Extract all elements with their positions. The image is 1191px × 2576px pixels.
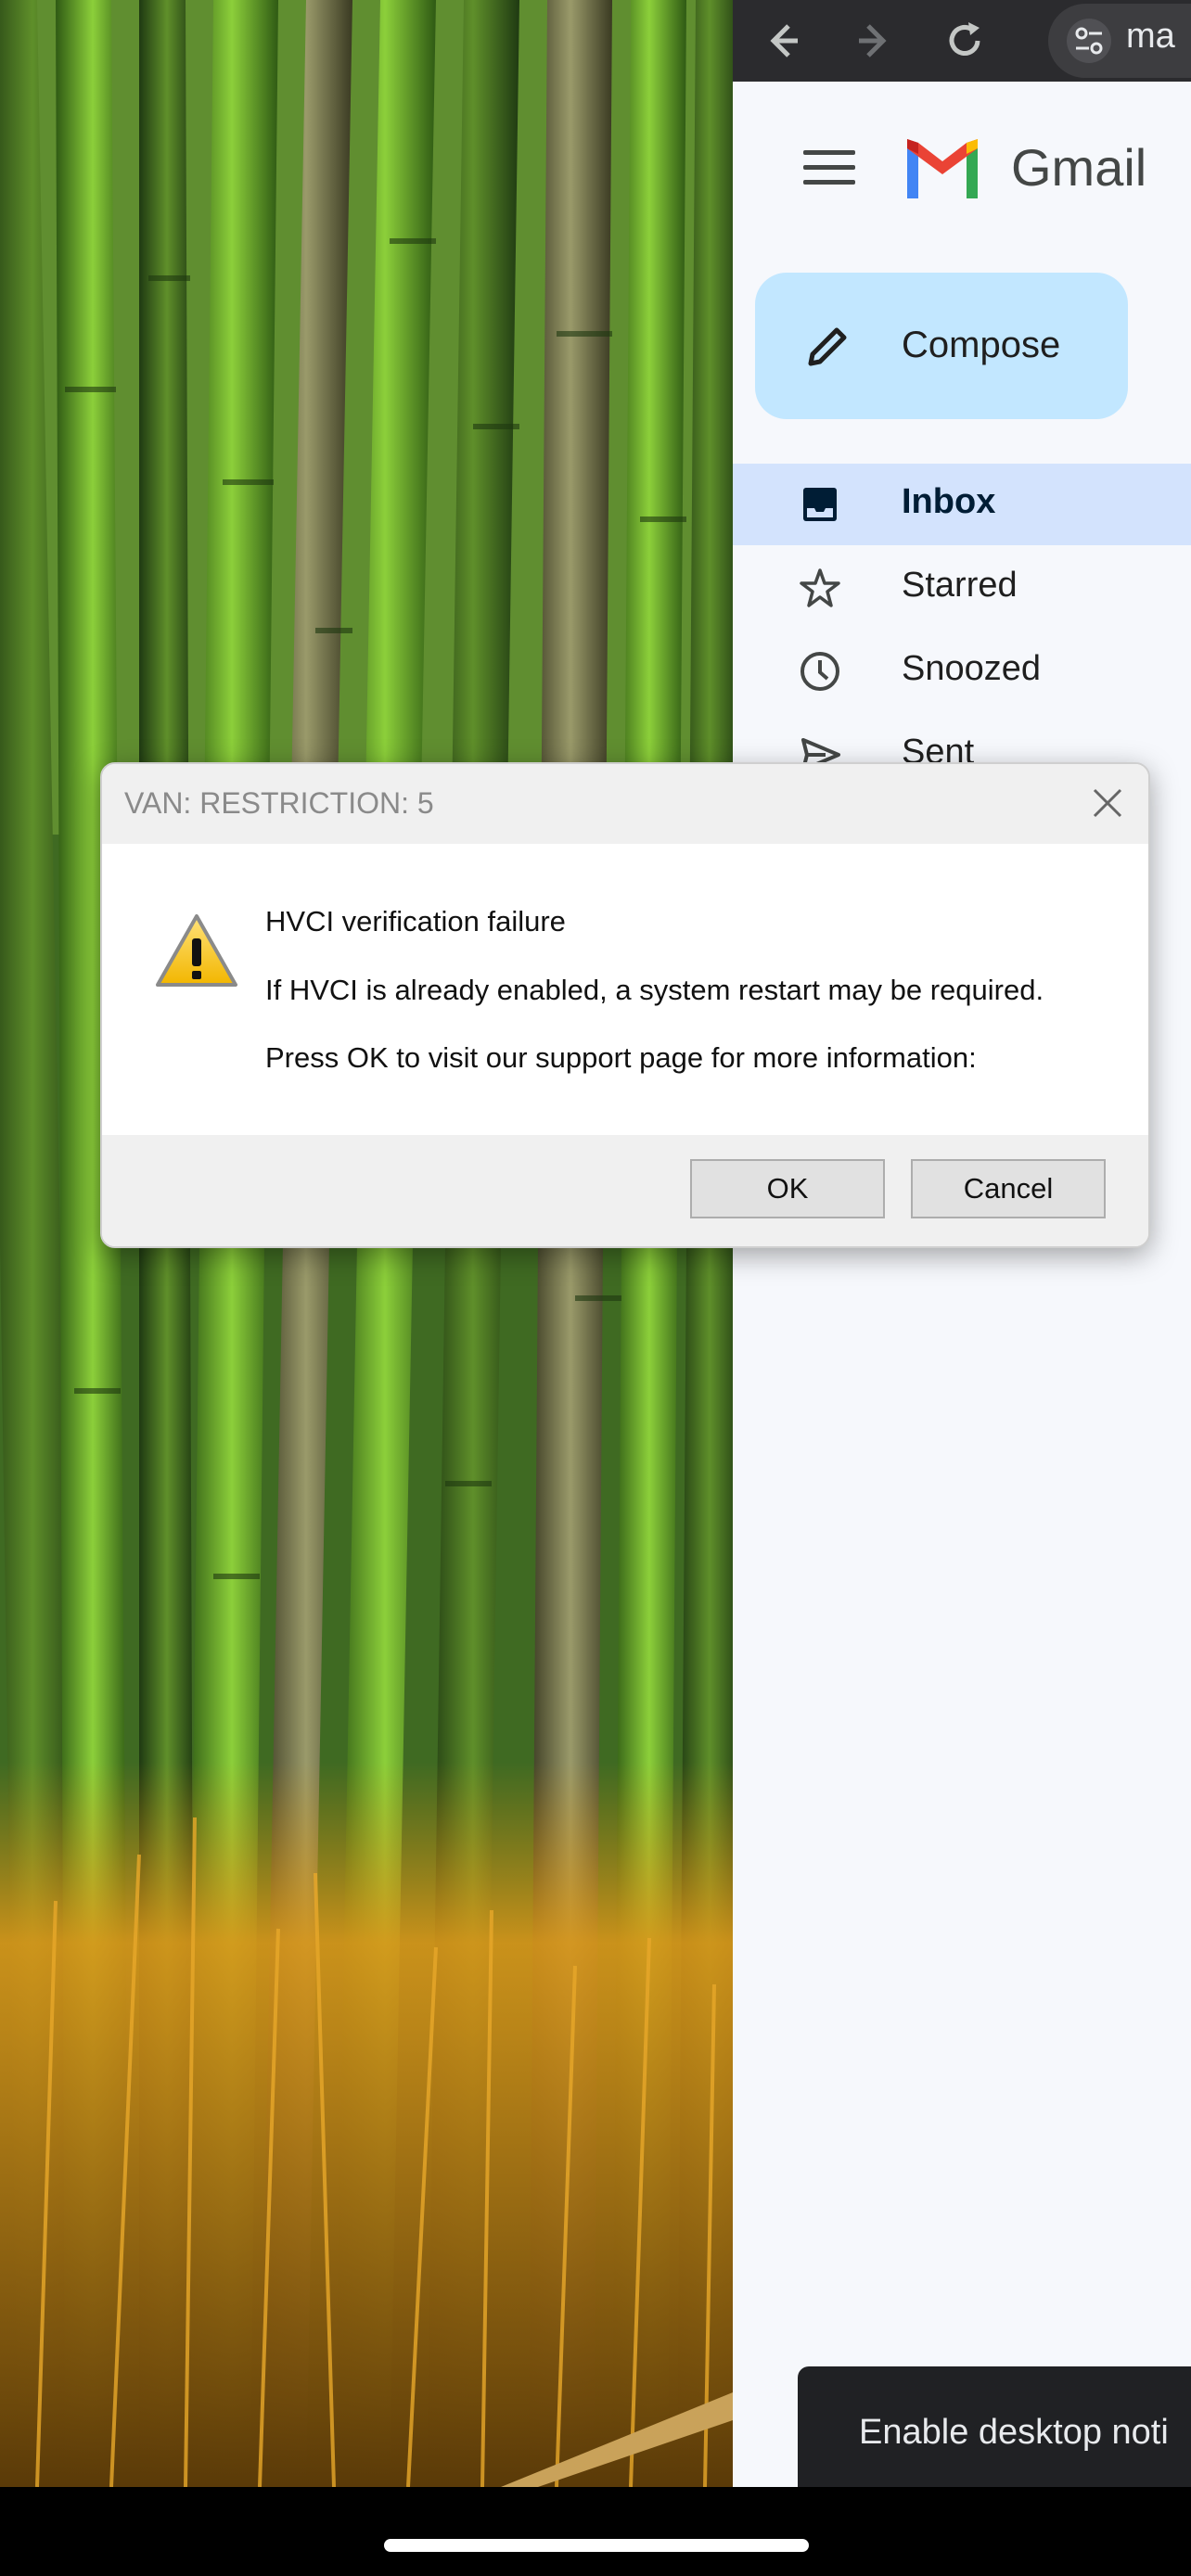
system-bottom-bar [0,2487,1191,2576]
clock-icon [800,652,839,691]
dialog-heading: HVCI verification failure [265,905,566,937]
gmail-logo-icon [907,139,978,198]
nav-label-starred: Starred [902,566,1018,605]
tune-icon [1075,27,1103,55]
gmail-sidebar [733,82,1191,2487]
dialog-message-line: If HVCI is already enabled, a system res… [265,974,1044,1006]
close-icon[interactable] [1087,783,1128,823]
star-icon [800,568,840,607]
nav-item-starred[interactable]: Starred [733,547,1191,629]
reload-icon[interactable] [942,19,987,63]
cancel-button[interactable]: Cancel [911,1159,1106,1218]
back-arrow-icon[interactable] [761,19,805,63]
inbox-icon [803,488,837,521]
compose-label: Compose [902,325,1061,365]
dialog-title: VAN: RESTRICTION: 5 [124,786,434,820]
site-settings-icon[interactable] [1067,19,1111,63]
ok-button[interactable]: OK [690,1159,885,1218]
gmail-title: Gmail [1011,138,1147,197]
dialog-message-line: Press OK to visit our support page for m… [265,1041,977,1074]
toast-text: Enable desktop noti [859,2413,1169,2452]
forward-arrow-icon[interactable] [852,19,896,63]
pencil-icon [808,327,847,366]
nav-item-inbox[interactable]: Inbox [733,464,1191,545]
main-menu-icon[interactable] [803,150,855,187]
home-indicator[interactable] [384,2539,809,2552]
url-text[interactable]: ma [1126,17,1175,57]
nav-label-snoozed: Snoozed [902,649,1042,688]
nav-item-snoozed[interactable]: Snoozed [733,631,1191,712]
error-dialog: VAN: RESTRICTION: 5 HVCI verification fa… [100,762,1150,1248]
warning-icon [156,914,237,987]
nav-label-inbox: Inbox [902,482,996,521]
